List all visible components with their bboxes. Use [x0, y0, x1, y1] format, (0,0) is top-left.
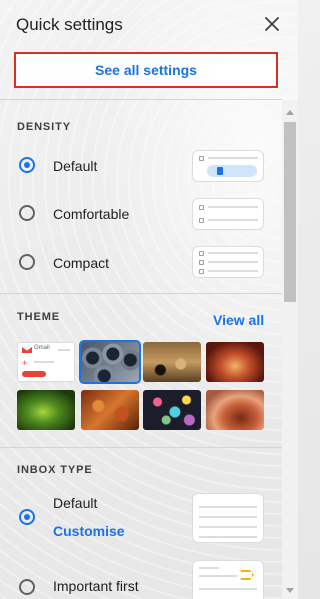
quick-settings-header: Quick settings — [0, 0, 298, 52]
theme-leaf-thumbnail[interactable] — [17, 390, 75, 430]
view-all-themes-link[interactable]: View all — [213, 312, 264, 328]
scrollbar-thumb[interactable] — [284, 122, 296, 302]
theme-bokeh-thumbnail[interactable] — [143, 390, 201, 430]
density-default-radio[interactable] — [19, 157, 35, 173]
see-all-settings-button[interactable]: See all settings — [14, 52, 278, 88]
divider — [0, 293, 282, 294]
theme-canyon-thumbnail[interactable] — [206, 342, 264, 382]
inbox-important-first-radio[interactable] — [19, 579, 35, 595]
close-button[interactable] — [260, 12, 284, 36]
inbox-important-first-preview[interactable] — [192, 560, 264, 599]
scroll-down-arrow-icon[interactable] — [282, 583, 298, 599]
density-compact-label: Compact — [53, 255, 110, 271]
theme-autumn-thumbnail[interactable] — [81, 390, 139, 430]
scroll-up-arrow-icon[interactable] — [282, 104, 298, 120]
divider — [0, 447, 282, 448]
theme-default-thumbnail[interactable]: Gmail + — [17, 342, 75, 382]
inbox-important-first-label: Important first — [53, 578, 139, 594]
density-comfortable-preview[interactable] — [192, 198, 264, 230]
gmail-text: Gmail — [34, 345, 50, 351]
density-section-label: DENSITY — [17, 121, 71, 133]
panel-title: Quick settings — [16, 15, 123, 34]
density-default-label: Default — [53, 158, 98, 174]
inbox-default-preview[interactable] — [192, 493, 264, 543]
close-icon — [265, 17, 279, 31]
divider — [0, 99, 282, 100]
theme-desert-thumbnail[interactable] — [206, 390, 264, 430]
theme-pipes-thumbnail[interactable] — [79, 340, 141, 384]
density-compact-radio[interactable] — [19, 254, 35, 270]
density-default-preview[interactable] — [192, 150, 264, 182]
inbox-default-label: Default — [53, 495, 98, 511]
inbox-default-radio[interactable] — [19, 509, 35, 525]
theme-section-label: THEME — [17, 311, 60, 323]
important-marker-icon — [240, 570, 254, 580]
density-comfortable-radio[interactable] — [19, 205, 35, 221]
density-comfortable-label: Comfortable — [53, 206, 130, 222]
theme-chess-thumbnail[interactable] — [143, 342, 201, 382]
inbox-type-section-label: INBOX TYPE — [17, 464, 93, 476]
density-compact-preview[interactable] — [192, 246, 264, 278]
gmail-logo-icon — [22, 347, 32, 353]
customise-link[interactable]: Customise — [53, 523, 125, 539]
compose-plus-icon: + — [22, 358, 28, 368]
